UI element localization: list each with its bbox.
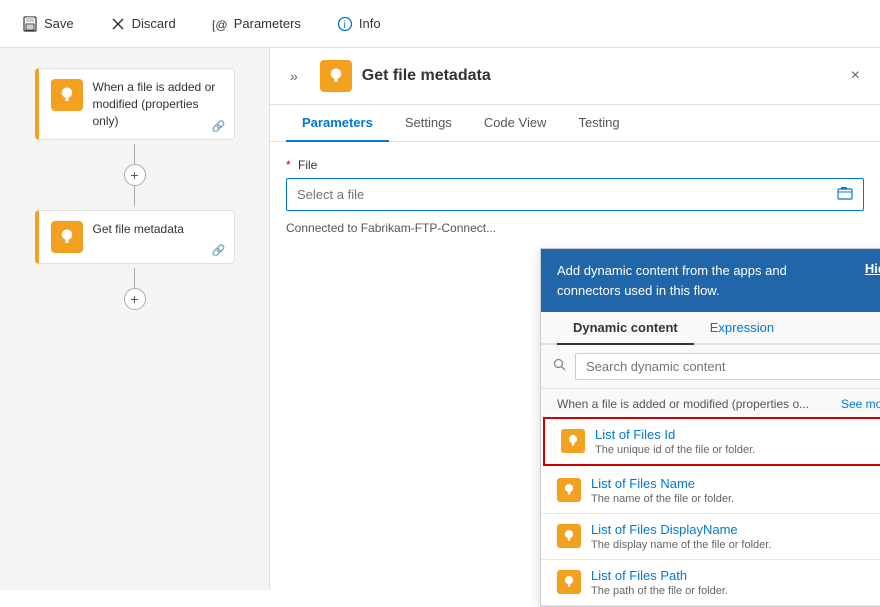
action-link-icon: 🔗 [212,244,226,257]
svg-text:[@]: [@] [212,18,228,32]
dynamic-item-icon-3 [557,570,581,594]
dynamic-popup-header: Add dynamic content from the apps and co… [541,249,880,312]
tab-parameters[interactable]: Parameters [286,105,389,142]
action-card[interactable]: Get file metadata 🔗 [35,210,235,264]
dynamic-item-icon-0 [561,429,585,453]
connector-line-1 [134,144,135,164]
info-label: Info [359,16,381,31]
main-layout: When a file is added or modified (proper… [0,48,880,590]
parameters-button[interactable]: [@] Parameters [206,12,307,36]
dynamic-item-title-2: List of Files DisplayName [591,522,771,537]
dynamic-item-content-3: List of Files Path The path of the file … [591,568,728,597]
connector-1: + [124,140,146,210]
dynamic-item-desc-1: The name of the file or folder. [591,493,734,505]
trigger-icon [58,86,76,104]
dynamic-item-3[interactable]: List of Files Path The path of the file … [541,560,880,606]
parameters-label: Parameters [234,16,301,31]
panel-header: » Get file metadata × [270,48,880,105]
dynamic-item-icon-2 [557,524,581,548]
dynamic-item-icon-1 [557,478,581,502]
dynamic-search [541,345,880,389]
tab-settings[interactable]: Settings [389,105,468,142]
toolbar: Save Discard [@] Parameters i Info [0,0,880,48]
panel-close-btn[interactable]: × [847,63,864,89]
right-panel: » Get file metadata × Parameters Setting… [270,48,880,590]
action-card-text: Get file metadata [93,221,184,238]
file-browse-icon[interactable] [827,179,863,210]
dynamic-search-input[interactable] [575,353,880,380]
tab-testing[interactable]: Testing [562,105,635,142]
connected-text: Connected to Fabrikam-FTP-Connect... [286,221,864,235]
parameters-icon: [@] [212,16,228,32]
dynamic-item-title-3: List of Files Path [591,568,728,583]
dynamic-tab-content[interactable]: Dynamic content [557,312,694,345]
dynamic-item-desc-0: The unique id of the file or folder. [595,444,755,456]
file-input-row [286,178,864,211]
action-card-icon [51,221,83,253]
connector-2: + [124,264,146,314]
file-field-label: * File [286,158,864,172]
add-step-btn-1[interactable]: + [124,164,146,186]
discard-label: Discard [132,16,176,31]
connector-line-2 [134,186,135,206]
file-input[interactable] [287,181,827,208]
trigger-card-text: When a file is added or modified (proper… [93,79,222,129]
dynamic-tabs: Dynamic content Expression [541,312,880,345]
canvas: When a file is added or modified (proper… [0,48,270,590]
discard-button[interactable]: Discard [104,12,182,36]
dynamic-item-content-0: List of Files Id The unique id of the fi… [595,427,755,456]
dynamic-item-desc-2: The display name of the file or folder. [591,539,771,551]
search-icon [553,358,567,375]
panel-title: Get file metadata [362,67,837,85]
dynamic-item-1[interactable]: List of Files Name The name of the file … [541,468,880,514]
dynamic-item-title-0: List of Files Id [595,427,755,442]
dynamic-popup-hide-btn[interactable]: Hide [865,261,880,276]
dynamic-popup-header-text: Add dynamic content from the apps and co… [557,261,849,300]
dynamic-items-list: List of Files Id The unique id of the fi… [541,415,880,606]
dynamic-section-label: When a file is added or modified (proper… [541,389,880,415]
dynamic-item-2[interactable]: List of Files DisplayName The display na… [541,514,880,560]
dynamic-item-title-1: List of Files Name [591,476,734,491]
required-marker: * [286,158,291,172]
tab-codeview[interactable]: Code View [468,105,563,142]
save-icon [22,16,38,32]
panel-expand-btn[interactable]: » [286,64,302,88]
trigger-card-icon [51,79,83,111]
panel-tabs: Parameters Settings Code View Testing [270,105,880,142]
discard-icon [110,16,126,32]
trigger-card[interactable]: When a file is added or modified (proper… [35,68,235,140]
action-icon [58,228,76,246]
panel-header-icon [320,60,352,92]
dynamic-item-content-1: List of Files Name The name of the file … [591,476,734,505]
dynamic-tab-expression[interactable]: Expression [694,312,790,345]
save-button[interactable]: Save [16,12,80,36]
panel-icon [327,67,345,85]
connector-line-3 [134,268,135,288]
trigger-link-icon: 🔗 [212,120,226,133]
svg-text:i: i [343,20,345,31]
save-label: Save [44,16,74,31]
dynamic-item-content-2: List of Files DisplayName The display na… [591,522,771,551]
add-step-btn-2[interactable]: + [124,288,146,310]
dynamic-content-popup: Add dynamic content from the apps and co… [540,248,880,607]
dynamic-item-desc-3: The path of the file or folder. [591,585,728,597]
see-more-btn[interactable]: See more [841,397,880,411]
info-button[interactable]: i Info [331,12,387,36]
info-icon: i [337,16,353,32]
dynamic-item-0[interactable]: List of Files Id The unique id of the fi… [543,417,880,466]
